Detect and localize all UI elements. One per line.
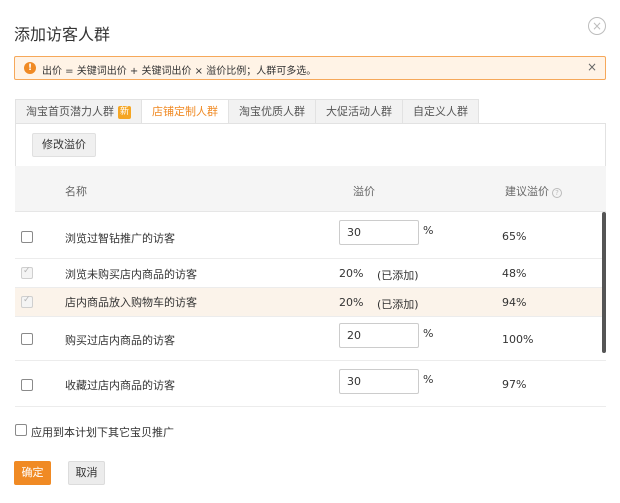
percent-unit: %	[423, 327, 434, 340]
suggested-premium: 97%	[502, 378, 527, 391]
table-header: 名称 溢价 建议溢价?	[15, 166, 606, 212]
row-name: 浏览未购买店内商品的访客	[65, 268, 197, 281]
percent-unit: %	[423, 224, 434, 237]
help-icon[interactable]: ?	[552, 188, 562, 198]
row-checkbox[interactable]	[21, 333, 33, 345]
header-name: 名称	[65, 185, 87, 198]
add-visitor-audience-dialog: 添加访客人群 × ! 出价 = 关键词出价 + 关键词出价 × 溢价比例；人群可…	[0, 0, 620, 503]
header-premium: 溢价	[353, 185, 375, 198]
table-row: 收藏过店内商品的访客 % 97%	[15, 361, 606, 407]
row-checkbox-disabled	[21, 266, 33, 279]
table-row: 购买过店内商品的访客 % 100%	[15, 317, 606, 361]
tab-label: 淘宝优质人群	[239, 105, 306, 118]
tab-panel-toolbar: 修改溢价	[15, 123, 606, 166]
row-name: 收藏过店内商品的访客	[65, 379, 175, 392]
tab-label: 淘宝首页潜力人群	[26, 105, 114, 118]
tab-label: 店铺定制人群	[152, 105, 219, 118]
percent-unit: %	[423, 373, 434, 386]
added-status: (已添加)	[377, 298, 419, 311]
warning-icon: !	[24, 62, 36, 74]
dialog-title: 添加访客人群	[14, 25, 111, 44]
new-badge: 新	[118, 106, 132, 119]
tab-promotion-event[interactable]: 大促活动人群	[315, 99, 403, 124]
suggested-premium: 65%	[502, 230, 527, 243]
modify-premium-button[interactable]: 修改溢价	[32, 133, 96, 157]
apply-checkbox[interactable]	[15, 424, 27, 436]
alert-text: 出价 = 关键词出价 + 关键词出价 × 溢价比例；人群可多选。	[42, 66, 317, 77]
tab-store-custom[interactable]: 店铺定制人群	[141, 99, 229, 124]
alert-close-icon[interactable]: ×	[587, 60, 597, 74]
premium-input[interactable]	[339, 369, 419, 394]
tab-label: 自定义人群	[413, 105, 469, 118]
tab-label: 大促活动人群	[326, 105, 393, 118]
tab-taobao-quality[interactable]: 淘宝优质人群	[228, 99, 316, 124]
confirm-button[interactable]: 确定	[14, 461, 51, 485]
table-row: 店内商品放入购物车的访客 20% (已添加) 94%	[15, 288, 606, 317]
suggested-premium: 48%	[502, 267, 527, 280]
row-name: 购买过店内商品的访客	[65, 334, 175, 347]
premium-input[interactable]	[339, 323, 419, 348]
cancel-button[interactable]: 取消	[68, 461, 105, 485]
suggested-premium: 94%	[502, 296, 527, 309]
row-name: 店内商品放入购物车的访客	[65, 296, 197, 309]
row-checkbox[interactable]	[21, 231, 33, 243]
table-scrollbar[interactable]	[602, 212, 606, 353]
tab-taobao-homepage-potential[interactable]: 淘宝首页潜力人群新	[15, 99, 142, 124]
added-status: (已添加)	[377, 269, 419, 282]
premium-value: 20%	[339, 296, 364, 309]
header-suggested-premium: 建议溢价?	[505, 183, 562, 199]
close-icon[interactable]: ×	[588, 17, 606, 35]
row-checkbox[interactable]	[21, 379, 33, 391]
info-alert: ! 出价 = 关键词出价 + 关键词出价 × 溢价比例；人群可多选。 ×	[14, 56, 606, 80]
table-row: 浏览未购买店内商品的访客 20% (已添加) 48%	[15, 259, 606, 288]
premium-value: 20%	[339, 267, 364, 280]
suggested-premium: 100%	[502, 333, 534, 346]
audience-tabs: 淘宝首页潜力人群新 店铺定制人群 淘宝优质人群 大促活动人群 自定义人群	[15, 99, 480, 124]
apply-label: 应用到本计划下其它宝贝推广	[31, 426, 174, 439]
row-name: 浏览过智钻推广的访客	[65, 232, 175, 245]
table-row: 浏览过智钻推广的访客 % 65%	[15, 212, 606, 259]
tab-custom[interactable]: 自定义人群	[402, 99, 480, 124]
premium-input[interactable]	[339, 220, 419, 245]
row-checkbox-disabled	[21, 295, 33, 308]
